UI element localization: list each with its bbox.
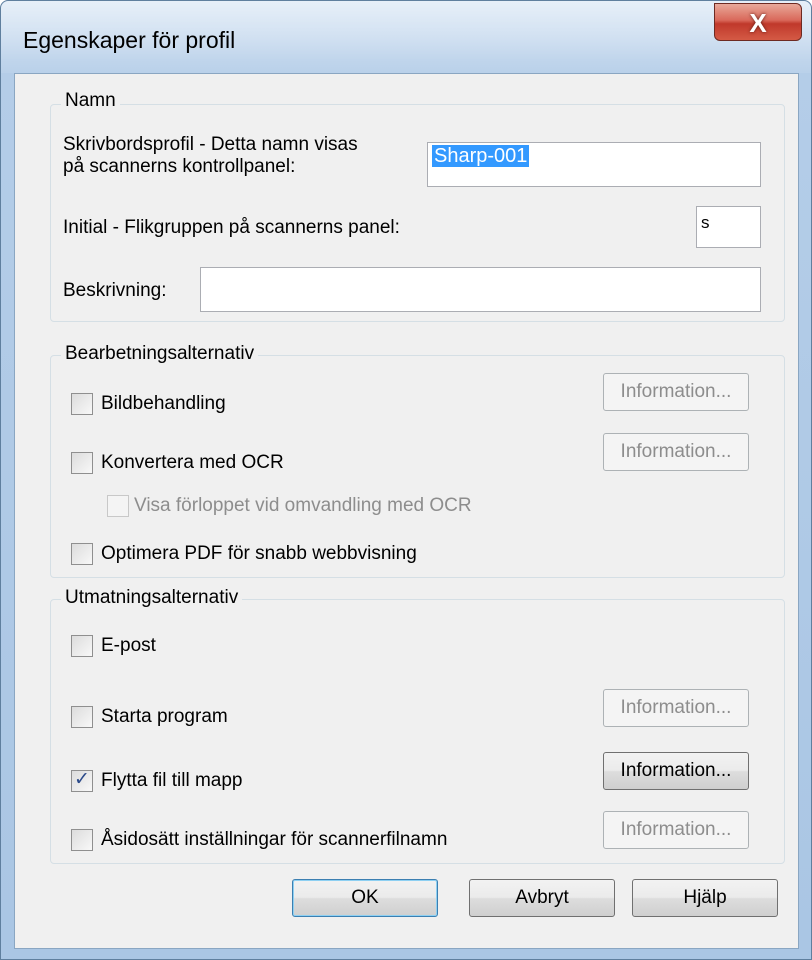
start-program-checkbox[interactable] [71, 706, 93, 728]
description-input[interactable] [200, 267, 761, 312]
image-processing-checkbox[interactable] [71, 393, 93, 415]
cancel-button[interactable]: Avbryt [469, 879, 615, 917]
description-label: Beskrivning: [63, 280, 167, 301]
help-button[interactable]: Hjälp [632, 879, 778, 917]
ok-button[interactable]: OK [292, 879, 438, 917]
ocr-progress-label: Visa förloppet vid omvandling med OCR [134, 495, 472, 516]
close-button[interactable]: X [714, 3, 802, 41]
title-bar[interactable]: Egenskaper för profil [1, 1, 811, 73]
image-processing-info-button[interactable]: Information... [603, 373, 749, 411]
initial-label: Initial - Flikgruppen på scannerns panel… [63, 217, 400, 238]
window-title: Egenskaper för profil [23, 27, 236, 53]
override-filename-label[interactable]: Åsidosätt inställningar för scannerfilna… [101, 829, 447, 851]
dialog-client-area: Namn Skrivbordsprofil - Detta namn visas… [14, 73, 799, 949]
ocr-checkbox[interactable] [71, 452, 93, 474]
move-file-info-button[interactable]: Information... [603, 752, 749, 790]
email-label[interactable]: E-post [101, 635, 156, 657]
name-group-legend: Namn [61, 90, 120, 112]
output-group-legend: Utmatningsalternativ [61, 587, 243, 609]
start-program-label[interactable]: Starta program [101, 706, 228, 728]
ocr-label[interactable]: Konvertera med OCR [101, 452, 284, 474]
move-file-checkbox[interactable]: ✓ [71, 769, 93, 792]
profile-name-label-line2: på scannerns kontrollpanel: [63, 156, 296, 177]
start-program-info-button[interactable]: Information... [603, 689, 749, 727]
ocr-progress-checkbox[interactable] [107, 495, 129, 517]
image-processing-label[interactable]: Bildbehandling [101, 393, 226, 415]
profile-name-input[interactable]: Sharp-001 [427, 142, 761, 187]
optimize-pdf-label[interactable]: Optimera PDF för snabb webbvisning [101, 543, 417, 565]
check-mark-icon: ✓ [74, 769, 90, 790]
close-icon: X [749, 8, 767, 38]
processing-group-legend: Bearbetningsalternativ [61, 343, 259, 365]
override-filename-info-button[interactable]: Information... [603, 811, 749, 849]
dialog-window: Egenskaper för profil X Namn Skrivbordsp… [0, 0, 812, 960]
email-checkbox[interactable] [71, 635, 93, 657]
initial-input[interactable]: s [696, 206, 761, 248]
profile-name-label-line1: Skrivbordsprofil - Detta namn visas [63, 134, 358, 155]
profile-name-value: Sharp-001 [432, 145, 530, 167]
optimize-pdf-checkbox[interactable] [71, 543, 93, 565]
override-filename-checkbox[interactable] [71, 829, 93, 851]
move-file-label[interactable]: Flytta fil till mapp [101, 770, 242, 792]
ocr-info-button[interactable]: Information... [603, 433, 749, 471]
